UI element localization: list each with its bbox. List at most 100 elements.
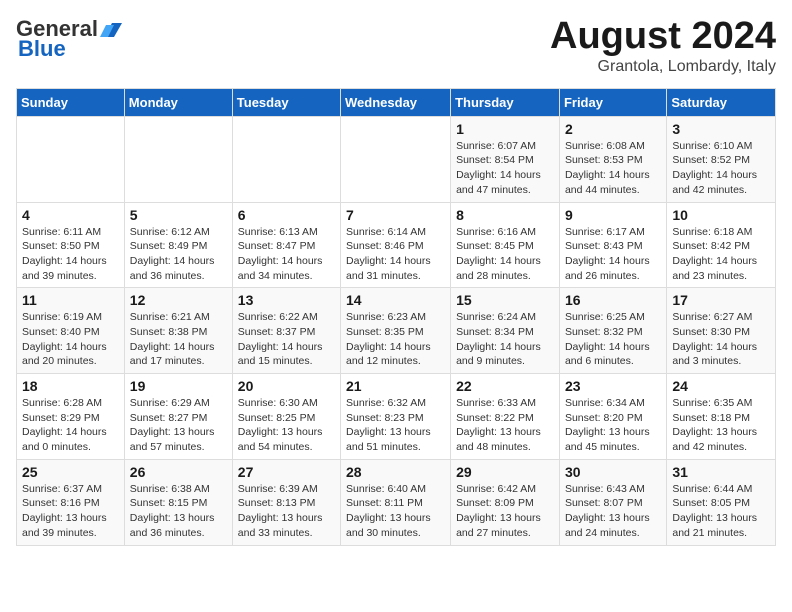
day-cell: 13 Sunrise: 6:22 AM Sunset: 8:37 PM Dayli…	[232, 288, 340, 374]
day-cell: 11 Sunrise: 6:19 AM Sunset: 8:40 PM Dayli…	[17, 288, 125, 374]
week-row-5: 25 Sunrise: 6:37 AM Sunset: 8:16 PM Dayli…	[17, 459, 776, 545]
weekday-header-monday: Monday	[124, 88, 232, 116]
day-cell: 10 Sunrise: 6:18 AM Sunset: 8:42 PM Dayli…	[667, 202, 776, 288]
day-number: 11	[22, 292, 119, 308]
day-detail: Sunrise: 6:22 AM Sunset: 8:37 PM Dayligh…	[238, 310, 335, 369]
day-cell	[232, 116, 340, 202]
day-detail: Sunrise: 6:38 AM Sunset: 8:15 PM Dayligh…	[130, 482, 227, 541]
day-cell: 6 Sunrise: 6:13 AM Sunset: 8:47 PM Daylig…	[232, 202, 340, 288]
day-number: 20	[238, 378, 335, 394]
day-number: 26	[130, 464, 227, 480]
week-row-2: 4 Sunrise: 6:11 AM Sunset: 8:50 PM Daylig…	[17, 202, 776, 288]
page-header: General Blue August 2024 Grantola, Lomba…	[16, 16, 776, 76]
weekday-header-friday: Friday	[559, 88, 666, 116]
day-cell: 7 Sunrise: 6:14 AM Sunset: 8:46 PM Daylig…	[341, 202, 451, 288]
day-detail: Sunrise: 6:30 AM Sunset: 8:25 PM Dayligh…	[238, 396, 335, 455]
day-cell: 31 Sunrise: 6:44 AM Sunset: 8:05 PM Dayli…	[667, 459, 776, 545]
day-number: 12	[130, 292, 227, 308]
day-cell: 28Sunrise: 6:40 AM Sunset: 8:11 PM Dayli…	[341, 459, 451, 545]
day-cell	[17, 116, 125, 202]
day-number: 6	[238, 207, 335, 223]
day-number: 23	[565, 378, 661, 394]
day-detail: Sunrise: 6:07 AM Sunset: 8:54 PM Dayligh…	[456, 139, 554, 198]
day-detail: Sunrise: 6:12 AM Sunset: 8:49 PM Dayligh…	[130, 225, 227, 284]
weekday-header-wednesday: Wednesday	[341, 88, 451, 116]
day-detail: Sunrise: 6:34 AM Sunset: 8:20 PM Dayligh…	[565, 396, 661, 455]
month-title: August 2024	[550, 16, 776, 58]
day-cell: 19 Sunrise: 6:29 AM Sunset: 8:27 PM Dayli…	[124, 374, 232, 460]
week-row-1: 1 Sunrise: 6:07 AM Sunset: 8:54 PM Daylig…	[17, 116, 776, 202]
day-number: 1	[456, 121, 554, 137]
day-cell: 16 Sunrise: 6:25 AM Sunset: 8:32 PM Dayli…	[559, 288, 666, 374]
day-cell: 9 Sunrise: 6:17 AM Sunset: 8:43 PM Daylig…	[559, 202, 666, 288]
day-detail: Sunrise: 6:35 AM Sunset: 8:18 PM Dayligh…	[672, 396, 770, 455]
day-cell: 30 Sunrise: 6:43 AM Sunset: 8:07 PM Dayli…	[559, 459, 666, 545]
day-detail: Sunrise: 6:25 AM Sunset: 8:32 PM Dayligh…	[565, 310, 661, 369]
day-detail: Sunrise: 6:37 AM Sunset: 8:16 PM Dayligh…	[22, 482, 119, 541]
day-number: 13	[238, 292, 335, 308]
day-detail: Sunrise: 6:17 AM Sunset: 8:43 PM Dayligh…	[565, 225, 661, 284]
day-cell: 22 Sunrise: 6:33 AM Sunset: 8:22 PM Dayli…	[451, 374, 560, 460]
day-number: 17	[672, 292, 770, 308]
day-detail: Sunrise: 6:39 AM Sunset: 8:13 PM Dayligh…	[238, 482, 335, 541]
day-detail: Sunrise: 6:29 AM Sunset: 8:27 PM Dayligh…	[130, 396, 227, 455]
day-cell: 25 Sunrise: 6:37 AM Sunset: 8:16 PM Dayli…	[17, 459, 125, 545]
day-detail: Sunrise: 6:19 AM Sunset: 8:40 PM Dayligh…	[22, 310, 119, 369]
location-text: Grantola, Lombardy, Italy	[550, 58, 776, 76]
day-number: 21	[346, 378, 445, 394]
day-number: 18	[22, 378, 119, 394]
day-number: 27	[238, 464, 335, 480]
day-detail: Sunrise: 6:08 AM Sunset: 8:53 PM Dayligh…	[565, 139, 661, 198]
week-row-3: 11 Sunrise: 6:19 AM Sunset: 8:40 PM Dayli…	[17, 288, 776, 374]
day-detail: Sunrise: 6:14 AM Sunset: 8:46 PM Dayligh…	[346, 225, 445, 284]
day-detail: Sunrise: 6:33 AM Sunset: 8:22 PM Dayligh…	[456, 396, 554, 455]
day-detail: Sunrise: 6:32 AM Sunset: 8:23 PM Dayligh…	[346, 396, 445, 455]
day-cell: 14Sunrise: 6:23 AM Sunset: 8:35 PM Dayli…	[341, 288, 451, 374]
day-number: 9	[565, 207, 661, 223]
title-block: August 2024 Grantola, Lombardy, Italy	[550, 16, 776, 76]
day-detail: Sunrise: 6:44 AM Sunset: 8:05 PM Dayligh…	[672, 482, 770, 541]
day-number: 7	[346, 207, 445, 223]
day-cell: 12Sunrise: 6:21 AM Sunset: 8:38 PM Dayli…	[124, 288, 232, 374]
day-cell: 23 Sunrise: 6:34 AM Sunset: 8:20 PM Dayli…	[559, 374, 666, 460]
logo: General Blue	[16, 16, 122, 62]
day-detail: Sunrise: 6:43 AM Sunset: 8:07 PM Dayligh…	[565, 482, 661, 541]
day-number: 22	[456, 378, 554, 394]
day-cell: 17Sunrise: 6:27 AM Sunset: 8:30 PM Dayli…	[667, 288, 776, 374]
day-number: 29	[456, 464, 554, 480]
day-number: 5	[130, 207, 227, 223]
day-detail: Sunrise: 6:11 AM Sunset: 8:50 PM Dayligh…	[22, 225, 119, 284]
day-detail: Sunrise: 6:10 AM Sunset: 8:52 PM Dayligh…	[672, 139, 770, 198]
logo-blue-text: Blue	[18, 36, 66, 62]
day-number: 31	[672, 464, 770, 480]
weekday-header-tuesday: Tuesday	[232, 88, 340, 116]
day-number: 19	[130, 378, 227, 394]
day-number: 10	[672, 207, 770, 223]
day-detail: Sunrise: 6:24 AM Sunset: 8:34 PM Dayligh…	[456, 310, 554, 369]
day-detail: Sunrise: 6:40 AM Sunset: 8:11 PM Dayligh…	[346, 482, 445, 541]
weekday-header-sunday: Sunday	[17, 88, 125, 116]
day-cell: 8Sunrise: 6:16 AM Sunset: 8:45 PM Daylig…	[451, 202, 560, 288]
day-cell	[341, 116, 451, 202]
day-cell: 1 Sunrise: 6:07 AM Sunset: 8:54 PM Daylig…	[451, 116, 560, 202]
day-number: 16	[565, 292, 661, 308]
day-cell: 21 Sunrise: 6:32 AM Sunset: 8:23 PM Dayli…	[341, 374, 451, 460]
day-number: 3	[672, 121, 770, 137]
calendar-table: SundayMondayTuesdayWednesdayThursdayFrid…	[16, 88, 776, 546]
day-cell: 29Sunrise: 6:42 AM Sunset: 8:09 PM Dayli…	[451, 459, 560, 545]
day-number: 24	[672, 378, 770, 394]
logo-icon	[100, 19, 122, 39]
day-cell: 27 Sunrise: 6:39 AM Sunset: 8:13 PM Dayli…	[232, 459, 340, 545]
day-number: 15	[456, 292, 554, 308]
day-cell: 3 Sunrise: 6:10 AM Sunset: 8:52 PM Daylig…	[667, 116, 776, 202]
day-number: 25	[22, 464, 119, 480]
day-cell	[124, 116, 232, 202]
day-detail: Sunrise: 6:18 AM Sunset: 8:42 PM Dayligh…	[672, 225, 770, 284]
day-cell: 5 Sunrise: 6:12 AM Sunset: 8:49 PM Daylig…	[124, 202, 232, 288]
day-number: 30	[565, 464, 661, 480]
day-number: 14	[346, 292, 445, 308]
day-number: 4	[22, 207, 119, 223]
weekday-header-thursday: Thursday	[451, 88, 560, 116]
day-detail: Sunrise: 6:13 AM Sunset: 8:47 PM Dayligh…	[238, 225, 335, 284]
day-detail: Sunrise: 6:28 AM Sunset: 8:29 PM Dayligh…	[22, 396, 119, 455]
